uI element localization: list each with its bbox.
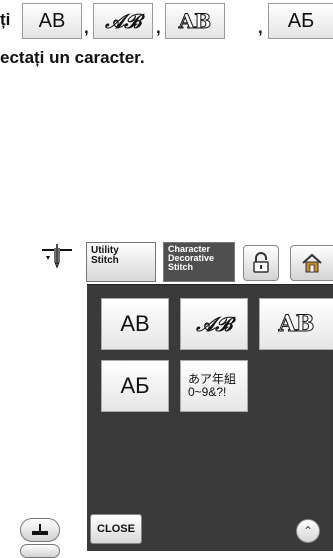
side-button-partial[interactable]: [20, 544, 60, 558]
tab-utility-stitch[interactable]: Utility Stitch: [86, 242, 156, 282]
char-font-outline-button[interactable]: AB: [259, 298, 333, 350]
character-selection-panel: AB 𝒜ℬ AB АБ あア年組 0~9&?! CLOSE ⌃: [87, 284, 333, 551]
char-font-gothic-button[interactable]: AB: [101, 298, 169, 350]
separator: ,: [258, 18, 263, 37]
separator: ,: [84, 18, 89, 37]
font-chip-script: 𝒜ℬ: [93, 3, 153, 39]
home-button[interactable]: [290, 245, 333, 281]
char-font-cyrillic-label: АБ: [120, 373, 150, 398]
font-chip-label: 𝒜ℬ: [105, 9, 141, 33]
char-font-script-button[interactable]: 𝒜ℬ: [180, 298, 248, 350]
char-font-script-label: 𝒜ℬ: [196, 312, 232, 336]
instruction-line-2: ectați un caracter.: [0, 48, 145, 67]
instruction-prefix: ți: [0, 10, 11, 29]
tab-utility-label-2: Stitch: [91, 255, 119, 266]
char-font-cyrillic-button[interactable]: АБ: [101, 360, 169, 412]
instruction-row: ți AB , 𝒜ℬ , AB , АБ: [0, 0, 333, 44]
close-button-label: CLOSE: [97, 523, 135, 535]
char-font-japanese-label-2: 0~9&?!: [188, 385, 227, 399]
font-chip-gothic: AB: [22, 3, 82, 39]
char-font-japanese-button[interactable]: あア年組 0~9&?!: [180, 360, 248, 412]
char-font-gothic-label: AB: [120, 311, 150, 336]
font-chip-cyrillic: АБ: [268, 3, 333, 39]
font-chip-label: AB: [178, 9, 212, 34]
char-font-outline-label: AB: [278, 311, 315, 338]
needle-position-icon: [42, 244, 72, 269]
font-chip-label: АБ: [287, 9, 315, 32]
separator: ,: [156, 18, 161, 37]
font-chip-outline: AB: [165, 3, 225, 39]
close-button[interactable]: CLOSE: [90, 514, 142, 544]
double-chevron-up-icon: ⌃: [302, 524, 314, 538]
presser-foot-icon: [32, 524, 48, 535]
tab-character-decorative-stitch[interactable]: Character Decorative Stitch: [163, 242, 235, 282]
lock-icon: [253, 252, 269, 273]
scroll-up-button[interactable]: ⌃: [296, 519, 320, 543]
home-icon: [302, 253, 322, 273]
font-chip-label: AB: [38, 9, 66, 32]
presser-foot-button[interactable]: [20, 518, 60, 542]
lock-button[interactable]: [243, 245, 279, 281]
tab-character-label-3: Stitch: [168, 262, 194, 272]
